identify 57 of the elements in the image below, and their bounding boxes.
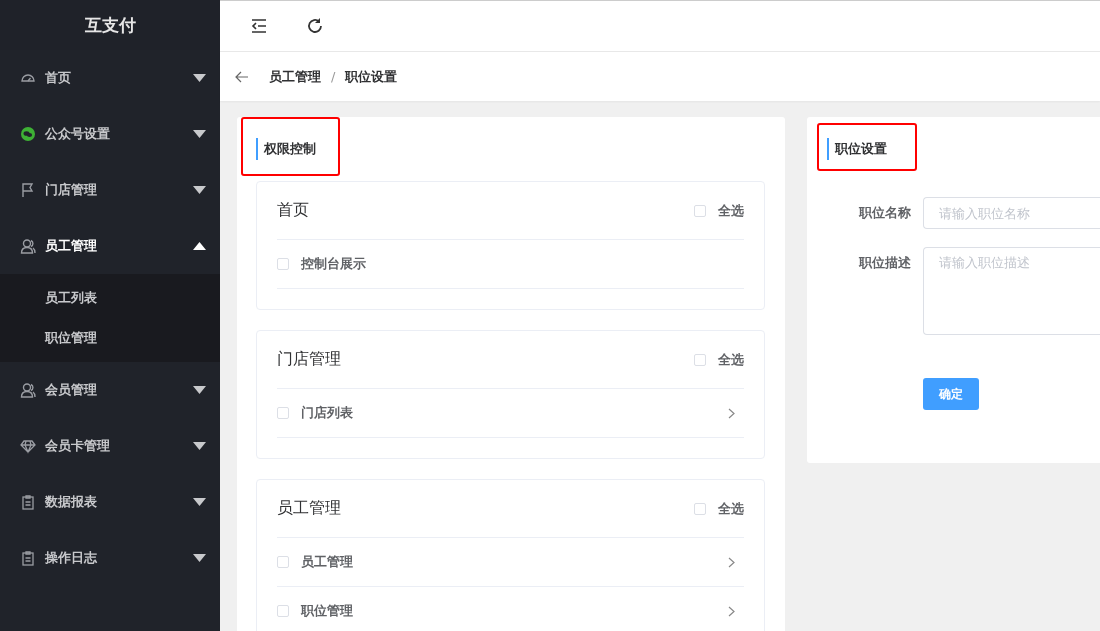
submenu-item[interactable]: 员工列表 (0, 278, 220, 318)
sidebar-item[interactable]: 首页 (0, 50, 220, 106)
checkbox[interactable] (694, 353, 706, 366)
checkbox[interactable] (694, 204, 706, 217)
sidebar-item[interactable]: 员工管理 (0, 218, 220, 274)
breadcrumb-separator: / (331, 69, 336, 84)
checkbox[interactable] (277, 407, 289, 419)
sidebar-item[interactable]: 操作日志 (0, 530, 220, 586)
user-icon (20, 238, 36, 254)
chevron-right-icon[interactable] (728, 605, 736, 617)
sidebar-item[interactable]: 会员卡管理 (0, 418, 220, 474)
caret-icon (193, 386, 206, 394)
panel-title: 权限控制 (256, 138, 316, 160)
checkbox-label[interactable]: 职位管理 (301, 602, 716, 620)
back-arrow-icon[interactable] (235, 70, 249, 83)
description-field[interactable]: 请输入职位描述 (923, 247, 1100, 335)
caret-icon (193, 242, 206, 250)
breadcrumb-item[interactable]: 员工管理 (269, 67, 321, 86)
checkbox[interactable] (277, 556, 289, 568)
checkbox[interactable] (277, 605, 289, 617)
sidebar-item[interactable]: 门店管理 (0, 162, 220, 218)
checkbox-label[interactable]: 员工管理 (301, 553, 716, 571)
checkbox[interactable] (277, 258, 289, 270)
sidebar-item[interactable]: 数据报表 (0, 474, 220, 530)
sidebar-item[interactable]: 会员管理 (0, 362, 220, 418)
collapse-menu-icon[interactable] (250, 17, 268, 35)
flag-icon (20, 182, 36, 198)
panel-title: 职位设置 (827, 138, 887, 160)
name-field[interactable]: 请输入职位名称 (923, 197, 1100, 229)
field-label: 职位描述 (858, 254, 911, 272)
caret-icon (193, 554, 206, 562)
group-title: 首页 (277, 200, 309, 221)
checkbox-label[interactable]: 全选 (718, 350, 744, 369)
clipboard-icon (20, 494, 36, 510)
submenu-item[interactable]: 职位管理 (0, 318, 220, 358)
checkbox-label[interactable]: 全选 (718, 201, 744, 220)
group-title: 员工管理 (277, 498, 341, 519)
diamond-icon (20, 438, 36, 454)
group-title: 门店管理 (277, 349, 341, 370)
checkbox-label[interactable]: 全选 (718, 499, 744, 518)
checkbox[interactable] (694, 502, 706, 515)
sidebar-item[interactable]: 公众号设置 (0, 106, 220, 162)
caret-icon (193, 498, 206, 506)
caret-icon (193, 130, 206, 138)
chevron-right-icon[interactable] (728, 556, 736, 568)
checkbox-label[interactable]: 门店列表 (301, 404, 716, 422)
checkbox-label[interactable]: 控制台展示 (301, 255, 744, 273)
caret-icon (193, 74, 206, 82)
breadcrumb-item: 职位设置 (345, 67, 398, 86)
clipboard-icon (20, 550, 36, 566)
field-label: 职位名称 (858, 204, 911, 222)
chat-bubbles-icon (20, 126, 36, 142)
refresh-icon[interactable] (306, 17, 324, 35)
chevron-right-icon[interactable] (728, 407, 736, 419)
caret-icon (193, 442, 206, 450)
caret-icon (193, 186, 206, 194)
user-icon (20, 382, 36, 398)
